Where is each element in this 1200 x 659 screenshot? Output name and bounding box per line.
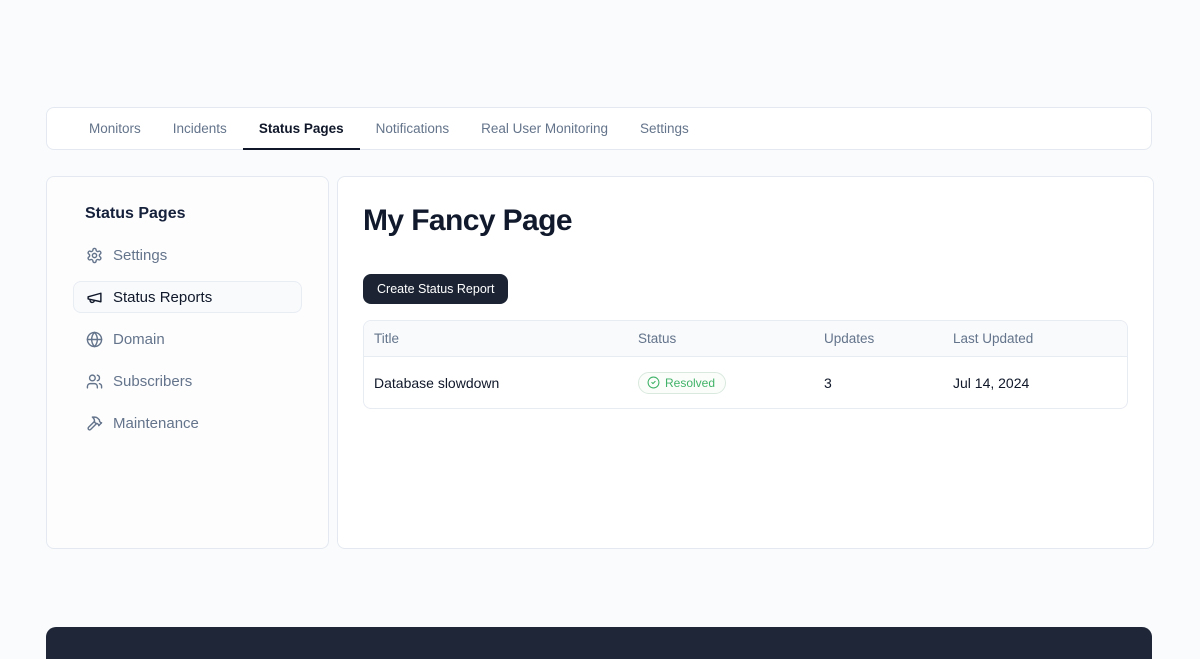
column-header-last-updated: Last Updated <box>943 321 1127 356</box>
sidebar-item-status-reports[interactable]: Status Reports <box>73 281 302 313</box>
sidebar-item-settings[interactable]: Settings <box>73 239 302 271</box>
circle-check-icon <box>647 376 660 389</box>
globe-icon <box>86 331 103 348</box>
sidebar-item-label: Status Reports <box>113 289 212 306</box>
table-row[interactable]: Database slowdown Resolved 3 Jul 14, 202… <box>364 357 1127 408</box>
report-updates-cell: 3 <box>814 357 943 408</box>
tab-incidents[interactable]: Incidents <box>157 108 243 149</box>
gear-icon <box>86 247 103 264</box>
create-status-report-button[interactable]: Create Status Report <box>363 274 508 304</box>
sidebar-title: Status Pages <box>73 205 302 223</box>
users-icon <box>86 373 103 390</box>
report-status-cell: Resolved <box>628 357 814 408</box>
status-pages-sidebar: Status Pages Settings Status Reports Dom… <box>46 176 329 549</box>
sidebar-item-label: Settings <box>113 247 167 264</box>
tab-status-pages[interactable]: Status Pages <box>243 108 360 149</box>
column-header-title: Title <box>364 321 628 356</box>
tab-settings[interactable]: Settings <box>624 108 705 149</box>
status-badge-label: Resolved <box>665 376 715 390</box>
sidebar-item-maintenance[interactable]: Maintenance <box>73 407 302 439</box>
tab-monitors[interactable]: Monitors <box>73 108 157 149</box>
table-body: Database slowdown Resolved 3 Jul 14, 202… <box>364 357 1127 408</box>
table-header-row: Title Status Updates Last Updated <box>364 321 1127 357</box>
sidebar-item-subscribers[interactable]: Subscribers <box>73 365 302 397</box>
tab-notifications[interactable]: Notifications <box>360 108 466 149</box>
hammer-icon <box>86 415 103 432</box>
sidebar-item-label: Maintenance <box>113 415 199 432</box>
tab-real-user-monitoring[interactable]: Real User Monitoring <box>465 108 624 149</box>
column-header-status: Status <box>628 321 814 356</box>
top-nav: Monitors Incidents Status Pages Notifica… <box>46 107 1152 150</box>
page-title: My Fancy Page <box>363 204 1128 238</box>
megaphone-icon <box>86 289 103 306</box>
status-reports-table: Title Status Updates Last Updated Databa… <box>363 320 1128 409</box>
status-reports-panel: My Fancy Page Create Status Report Title… <box>337 176 1154 549</box>
column-header-updates: Updates <box>814 321 943 356</box>
sidebar-item-domain[interactable]: Domain <box>73 323 302 355</box>
status-badge: Resolved <box>638 372 726 394</box>
bottom-bar <box>46 627 1152 659</box>
report-last-updated-cell: Jul 14, 2024 <box>943 357 1127 408</box>
sidebar-item-label: Subscribers <box>113 373 192 390</box>
sidebar-item-label: Domain <box>113 331 165 348</box>
report-title-cell: Database slowdown <box>364 357 628 408</box>
